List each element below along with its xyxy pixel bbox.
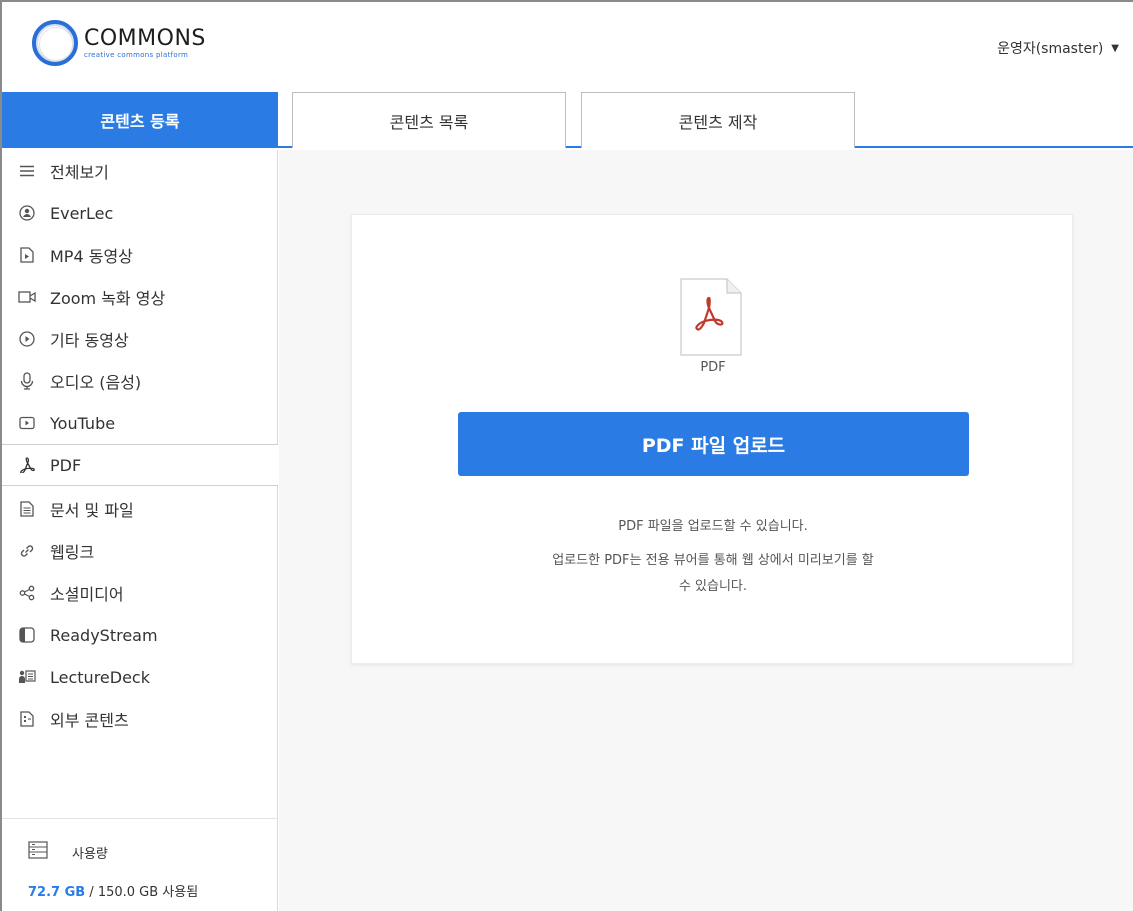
- sidebar-item-label: 오디오 (음성): [50, 373, 142, 392]
- share-icon: [18, 584, 36, 602]
- sidebar-item-zoom[interactable]: Zoom 녹화 영상: [2, 276, 278, 318]
- pdf-icon: [18, 456, 36, 474]
- usage-used-value: 72.7 GB: [28, 885, 86, 900]
- upload-description-line3: 수 있습니다.: [678, 579, 748, 594]
- pdf-file-caption: PDF: [700, 360, 726, 375]
- sidebar-item-label: MP4 동영상: [50, 247, 133, 266]
- video-file-icon: [18, 246, 36, 264]
- tab-content-list[interactable]: 콘텐츠 목록: [292, 92, 566, 148]
- pdf-file-icon: [680, 278, 742, 356]
- sidebar-item-mp4[interactable]: MP4 동영상: [2, 234, 278, 276]
- sidebar: 전체보기 EverLec MP4 동영상 Zoom 녹화 영상 기타 동영상 오…: [2, 150, 278, 911]
- everlec-icon: [18, 204, 36, 222]
- sidebar-item-other-video[interactable]: 기타 동영상: [2, 318, 278, 360]
- top-header: COMMONS creative commons platform 운영자(sm…: [2, 2, 1133, 92]
- menu-icon: [18, 162, 36, 180]
- sidebar-item-label: EverLec: [50, 203, 114, 223]
- sidebar-item-label: 웹링크: [50, 543, 95, 562]
- sidebar-item-label: 기타 동영상: [50, 331, 129, 350]
- link-icon: [18, 542, 36, 560]
- sidebar-item-documents[interactable]: 문서 및 파일: [2, 488, 278, 530]
- upload-description-line2: 업로드한 PDF는 전용 뷰어를 통해 웹 상에서 미리보기를 할: [552, 553, 874, 568]
- usage-header: 사용량: [28, 841, 108, 863]
- logo-title: COMMONS: [84, 25, 206, 51]
- sidebar-item-label: 문서 및 파일: [50, 501, 134, 520]
- usage-amount: 72.7 GB / 150.0 GB 사용됨: [28, 881, 198, 900]
- user-label: 운영자(smaster): [997, 41, 1104, 57]
- sidebar-item-label: 소셜미디어: [50, 585, 124, 604]
- pdf-upload-button[interactable]: PDF 파일 업로드: [458, 412, 969, 476]
- caret-down-icon: ▼: [1111, 42, 1119, 54]
- youtube-icon: [18, 414, 36, 432]
- external-content-icon: [18, 710, 36, 728]
- logo-text: COMMONS creative commons platform: [84, 25, 206, 60]
- sidebar-item-label: 외부 콘텐츠: [50, 711, 129, 730]
- sidebar-item-social[interactable]: 소셜미디어: [2, 572, 278, 614]
- lecturedeck-icon: [18, 668, 36, 686]
- storage-icon: [28, 841, 48, 863]
- play-circle-icon: [18, 330, 36, 348]
- sidebar-item-label: 전체보기: [50, 163, 109, 182]
- sidebar-item-youtube[interactable]: YouTube: [2, 402, 278, 444]
- sidebar-item-readystream[interactable]: ReadyStream: [2, 614, 278, 656]
- commons-logo[interactable]: COMMONS creative commons platform: [32, 20, 206, 66]
- sidebar-item-label: PDF: [50, 455, 82, 475]
- sidebar-item-label: YouTube: [50, 413, 116, 433]
- tab-content-produce[interactable]: 콘텐츠 제작: [581, 92, 855, 148]
- logo-subtitle: creative commons platform: [84, 50, 189, 59]
- pdf-upload-card: PDF PDF 파일 업로드 PDF 파일을 업로드할 수 있습니다. 업로드한…: [351, 214, 1073, 664]
- sidebar-item-lecturedeck[interactable]: LectureDeck: [2, 656, 278, 698]
- sidebar-item-label: Zoom 녹화 영상: [50, 289, 166, 308]
- sidebar-item-label: ReadyStream: [50, 625, 158, 645]
- sidebar-item-audio[interactable]: 오디오 (음성): [2, 360, 278, 402]
- camera-icon: [18, 288, 36, 306]
- sidebar-item-weblink[interactable]: 웹링크: [2, 530, 278, 572]
- upload-description-line1: PDF 파일을 업로드할 수 있습니다.: [618, 519, 808, 534]
- sidebar-item-all[interactable]: 전체보기: [2, 150, 278, 192]
- storage-usage: 사용량 72.7 GB / 150.0 GB 사용됨: [2, 818, 278, 911]
- usage-total-value: / 150.0 GB 사용됨: [85, 885, 199, 900]
- tab-content-register[interactable]: 콘텐츠 등록: [2, 92, 278, 148]
- document-icon: [18, 500, 36, 518]
- logo-ring-icon: [32, 20, 78, 66]
- sidebar-item-label: LectureDeck: [50, 667, 150, 687]
- readystream-icon: [18, 626, 36, 644]
- content-tabs: 콘텐츠 등록 콘텐츠 목록 콘텐츠 제작: [2, 92, 1133, 148]
- microphone-icon: [18, 372, 36, 390]
- sidebar-item-external[interactable]: 외부 콘텐츠: [2, 698, 278, 740]
- user-menu[interactable]: 운영자(smaster) ▼: [997, 38, 1119, 58]
- main-content: PDF PDF 파일 업로드 PDF 파일을 업로드할 수 있습니다. 업로드한…: [279, 150, 1133, 911]
- sidebar-item-pdf[interactable]: PDF: [2, 444, 278, 486]
- usage-label: 사용량: [72, 846, 108, 862]
- sidebar-item-everlec[interactable]: EverLec: [2, 192, 278, 234]
